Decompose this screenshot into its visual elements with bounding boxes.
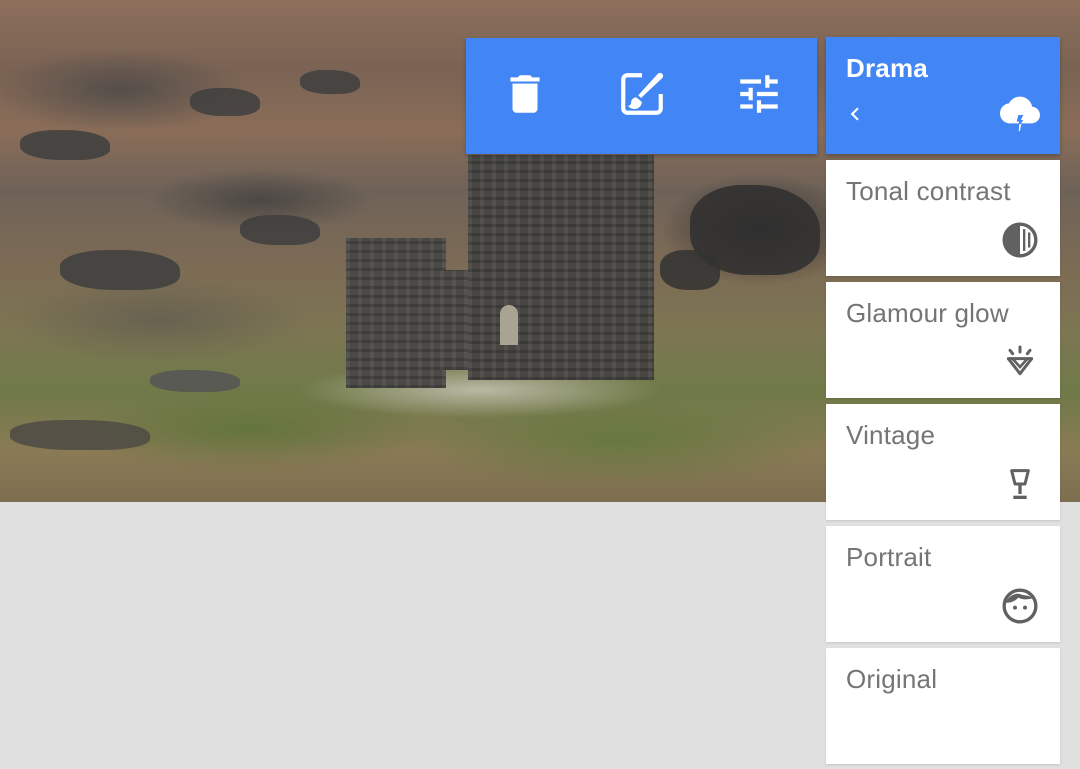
filter-label: Tonal contrast [846,176,1011,206]
trash-icon [500,69,550,124]
half-circle-contrast-icon [1000,220,1040,260]
filter-label: Glamour glow [846,298,1009,328]
chevron-left-icon [842,101,868,127]
filter-label: Original [846,664,938,694]
filter-item-portrait[interactable]: Portrait [826,526,1060,642]
delete-button[interactable] [477,48,573,144]
panel-title: Drama [846,53,928,83]
filter-item-glamour-glow[interactable]: Glamour glow [826,282,1060,398]
lamp-icon [1000,464,1040,504]
adjust-button[interactable] [711,48,807,144]
filter-label: Portrait [846,542,932,572]
filter-panel-header: Drama [826,37,1060,154]
filter-item-tonal-contrast[interactable]: Tonal contrast [826,160,1060,276]
filter-panel: Drama Tonal contrast Glamour glow Vintag… [826,37,1060,764]
filter-item-vintage[interactable]: Vintage [826,404,1060,520]
diamond-icon [1000,342,1040,382]
edit-button[interactable] [594,48,690,144]
edit-brush-icon [617,69,667,124]
action-toolbar [466,38,817,154]
back-button[interactable] [840,99,870,129]
filter-label: Vintage [846,420,936,450]
filter-item-original[interactable]: Original [826,648,1060,764]
sliders-icon [734,69,784,124]
storm-cloud-icon [1000,95,1040,135]
face-icon [1000,586,1040,626]
